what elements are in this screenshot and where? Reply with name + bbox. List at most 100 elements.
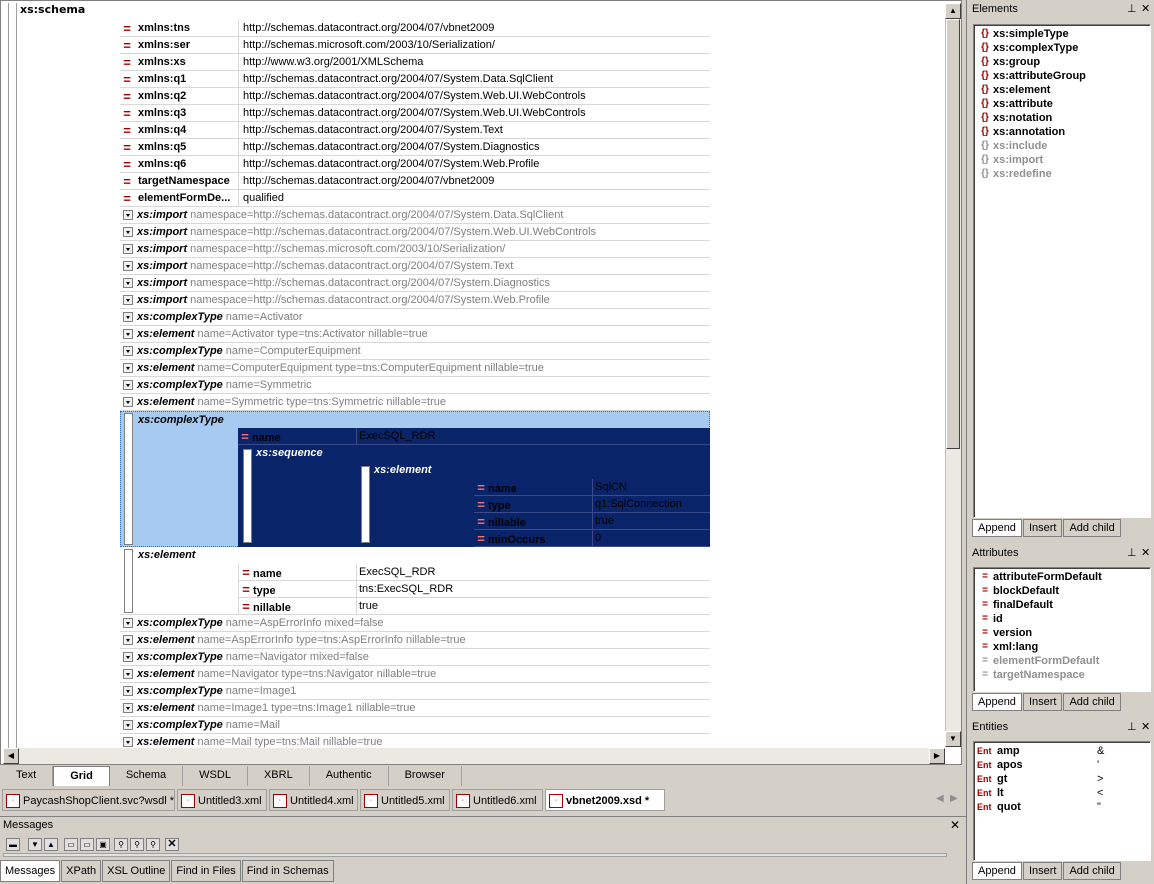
root-element-label[interactable]: xs:schema [20, 3, 85, 16]
find-next-icon[interactable]: ⚲ [130, 838, 144, 851]
panel-item[interactable]: {} xs:complexType [977, 41, 1147, 55]
tab-authentic[interactable]: Authentic [310, 766, 389, 786]
element-attr-value[interactable]: tns:ExecSQL_RDR [356, 581, 710, 598]
scroll-up-icon[interactable]: ▲ [945, 3, 961, 19]
element-row[interactable]: xs:complexType name=Activator [120, 309, 710, 326]
expand-icon[interactable] [123, 618, 133, 628]
nested-attr-name[interactable]: = minOccurs [474, 530, 592, 547]
entities-list[interactable]: Ent amp & Ent apos ' Ent gt > Ent lt < Ent quot " [973, 741, 1151, 861]
document-tab[interactable]: ◦ vbnet2009.xsd * [545, 789, 665, 811]
schema-attr-row[interactable]: = xmlns:q6 http://schemas.datacontract.org… [120, 156, 710, 173]
expand-icon[interactable] [123, 669, 133, 679]
panel-item[interactable]: = finalDefault [977, 598, 1147, 612]
bottom-tab[interactable]: Messages [0, 860, 61, 882]
close-icon[interactable]: ✕ [1141, 2, 1150, 15]
panel-item[interactable]: {} xs:attribute [977, 97, 1147, 111]
entity-item[interactable]: Ent quot " [977, 800, 1147, 814]
element-row[interactable]: xs:element name=Image1 type=tns:Image1 ni… [120, 700, 710, 717]
schema-attr-row[interactable]: = xmlns:q4 http://schemas.datacontract.org… [120, 122, 710, 139]
element-row[interactable]: xs:complexType name=Symmetric [120, 377, 710, 394]
panel-item[interactable]: = elementFormDefault [977, 654, 1147, 668]
nested-attr-value[interactable]: 0 [592, 530, 710, 547]
schema-attr-row[interactable]: = xmlns:q5 http://schemas.datacontract.org… [120, 139, 710, 156]
tab-scroll-right-icon[interactable]: ▶ [950, 793, 958, 804]
copy-icon[interactable]: ▭ [64, 838, 78, 851]
expand-icon[interactable] [123, 244, 133, 254]
attr-name[interactable]: targetNamespace [134, 175, 238, 187]
expand-icon[interactable] [123, 227, 133, 237]
tab-schema[interactable]: Schema [110, 766, 184, 786]
schema-attr-row[interactable]: = xmlns:q3 http://schemas.datacontract.org… [120, 105, 710, 122]
document-tab[interactable]: ◦ Untitled6.xml [452, 789, 543, 811]
insert-button[interactable]: Insert [1022, 862, 1063, 880]
nested-attr-name[interactable]: = nillable [474, 513, 592, 530]
panel-item[interactable]: = targetNamespace [977, 668, 1147, 682]
copy-all-icon[interactable]: ▭ [80, 838, 94, 851]
bottom-tab[interactable]: XPath [61, 860, 102, 882]
attributes-list[interactable]: = attributeFormDefault = blockDefault = final… [973, 567, 1151, 692]
expand-icon[interactable] [123, 278, 133, 288]
expand-icon[interactable] [123, 652, 133, 662]
entity-item[interactable]: Ent amp & [977, 744, 1147, 758]
panel-item[interactable]: = id [977, 612, 1147, 626]
entity-item[interactable]: Ent apos ' [977, 758, 1147, 772]
collapse-icon[interactable]: ▼ [28, 838, 42, 851]
panel-item[interactable]: {} xs:notation [977, 111, 1147, 125]
messages-scrollbar[interactable] [3, 853, 947, 857]
expand-icon[interactable]: ▬ [6, 838, 20, 851]
attr-name[interactable]: elementFormDe... [134, 192, 238, 204]
entity-item[interactable]: Ent lt < [977, 786, 1147, 800]
expand-icon[interactable] [123, 720, 133, 730]
panel-item[interactable]: {} xs:group [977, 55, 1147, 69]
attr-name[interactable]: xmlns:ser [134, 39, 238, 51]
find-previous-icon[interactable]: ⚲ [146, 838, 160, 851]
element-row[interactable]: xs:complexType name=Navigator mixed=false [120, 649, 710, 666]
element-row[interactable]: xs:import namespace=http://schemas.micros… [120, 241, 710, 258]
document-tab[interactable]: ◦ Untitled5.xml [360, 789, 450, 811]
attr-value[interactable]: http://schemas.datacontract.org/2004/07/… [238, 156, 539, 172]
schema-attr-row[interactable]: = xmlns:tns http://schemas.datacontract.or… [120, 20, 710, 37]
element-row[interactable]: xs:element name=ComputerEquipment type=tn… [120, 360, 710, 377]
panel-item[interactable]: {} xs:attributeGroup [977, 69, 1147, 83]
pin-icon[interactable]: ⊥ [1127, 546, 1137, 559]
schema-attr-row[interactable]: = xmlns:ser http://schemas.microsoft.com/2… [120, 37, 710, 54]
tab-scroll-left-icon[interactable]: ◀ [936, 793, 944, 804]
schema-attr-row[interactable]: = xmlns:q2 http://schemas.datacontract.org… [120, 88, 710, 105]
find-icon[interactable]: ⚲ [114, 838, 128, 851]
attr-name[interactable]: xmlns:tns [134, 22, 238, 34]
pin-icon[interactable]: ⊥ [1127, 2, 1137, 15]
attr-value[interactable]: http://www.w3.org/2001/XMLSchema [238, 54, 423, 70]
schema-attr-row[interactable]: = xmlns:xs http://www.w3.org/2001/XMLSchem… [120, 54, 710, 71]
attr-name[interactable]: xmlns:q4 [134, 124, 238, 136]
bottom-tab[interactable]: Find in Schemas [241, 860, 334, 882]
element-collapse-handle-2[interactable] [124, 549, 133, 613]
nested-attr-value[interactable]: true [592, 513, 710, 530]
panel-item[interactable]: {} xs:include [977, 139, 1147, 153]
panel-item[interactable]: = attributeFormDefault [977, 570, 1147, 584]
append-button[interactable]: Append [972, 519, 1022, 537]
messages-close-icon[interactable]: ✕ [950, 818, 960, 832]
schema-attr-row[interactable]: = targetNamespace http://schemas.datacontr… [120, 173, 710, 190]
attr-value[interactable]: http://schemas.microsoft.com/2003/10/Ser… [238, 37, 495, 53]
scroll-thumb[interactable] [946, 19, 960, 449]
expand-icon[interactable] [123, 380, 133, 390]
append-button[interactable]: Append [972, 693, 1022, 711]
panel-item[interactable]: = xml:lang [977, 640, 1147, 654]
element-attr-name[interactable]: = type [238, 581, 356, 598]
element-attr-value[interactable]: ExecSQL_RDR [356, 564, 710, 581]
tab-text[interactable]: Text [0, 766, 54, 786]
element-attr-name[interactable]: = nillable [238, 598, 356, 615]
expand-icon[interactable] [123, 261, 133, 271]
panel-item[interactable]: {} xs:element [977, 83, 1147, 97]
close-icon[interactable]: ✕ [1141, 546, 1150, 559]
grid-horizontal-scrollbar[interactable] [3, 748, 945, 764]
panel-item[interactable]: = version [977, 626, 1147, 640]
element-row[interactable]: xs:complexType name=Mail [120, 717, 710, 734]
attr-value[interactable]: qualified [238, 190, 284, 206]
attr-value[interactable]: http://schemas.datacontract.org/2004/07/… [238, 20, 494, 36]
nested-attr-name[interactable]: = name [474, 479, 592, 496]
name-attr-cell[interactable]: = name [238, 428, 356, 445]
document-tab[interactable]: ◦ Untitled3.xml [177, 789, 267, 811]
panel-item[interactable]: {} xs:simpleType [977, 27, 1147, 41]
expand-icon[interactable] [123, 397, 133, 407]
